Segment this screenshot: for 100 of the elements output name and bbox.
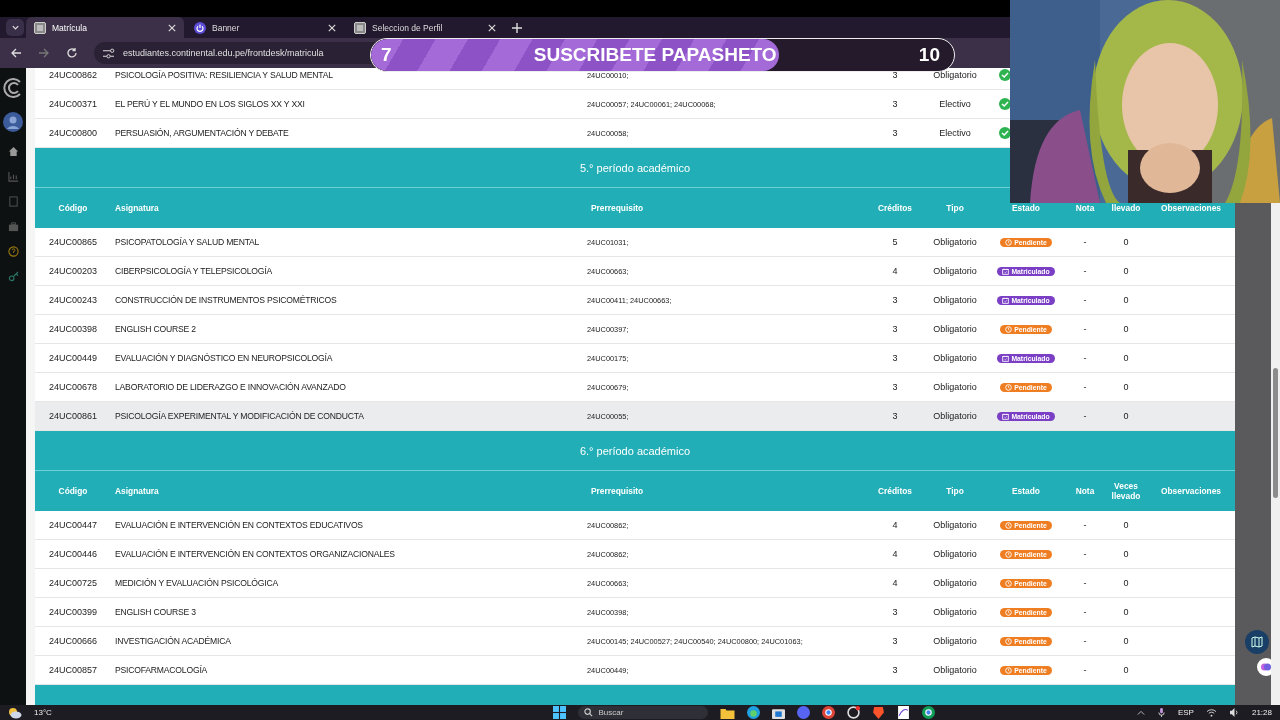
clock-icon — [1005, 383, 1013, 391]
scrollbar-thumb[interactable] — [1273, 368, 1278, 498]
weather-text: 13°C — [34, 708, 52, 717]
search-field[interactable]: Buscar — [598, 708, 689, 717]
calendar-icon — [1002, 267, 1010, 275]
tab-list-button[interactable] — [6, 19, 24, 36]
back-icon[interactable] — [10, 47, 22, 59]
table-cell-text: - — [1082, 665, 1088, 675]
table-cell-text: INVESTIGACIÓN ACADÉMICA — [114, 636, 232, 646]
table-cell-text: EL PERÚ Y EL MUNDO EN LOS SIGLOS XX Y XXI — [114, 99, 306, 109]
table-cell-text: Obligatorio — [932, 549, 978, 559]
clock: 21:28 — [1251, 708, 1272, 717]
logo-icon[interactable] — [3, 78, 23, 98]
clock-icon — [1005, 608, 1013, 616]
address-field[interactable]: estudiantes.continental.edu.pe/frontdesk/matricula — [94, 42, 378, 64]
table-cell-text: 4 — [891, 578, 899, 588]
clock-icon — [1005, 637, 1013, 645]
table-cell-text: Obligatorio — [932, 520, 978, 530]
table-cell-text: 24UC00398 — [47, 324, 98, 334]
table-cell-text: CIBERPSICOLOGÍA Y TELEPSICOLOGÍA — [114, 266, 273, 276]
page-icon[interactable] — [897, 706, 911, 719]
table-cell-text: EVALUACIÓN Y DIAGNÓSTICO EN NEUROPSICOLOGÍA — [114, 353, 334, 363]
clock-icon — [1005, 666, 1013, 674]
close-icon[interactable] — [168, 23, 176, 32]
table-cell-text: 0 — [1122, 353, 1130, 363]
chart-icon[interactable] — [7, 171, 19, 182]
column-header: Código — [57, 203, 89, 213]
table-cell-text: 24UC00678 — [47, 382, 98, 392]
map-icon — [1251, 636, 1263, 648]
store-icon[interactable] — [772, 706, 786, 719]
key-icon[interactable] — [7, 271, 19, 282]
home-icon[interactable] — [7, 146, 19, 157]
search-icon — [584, 708, 594, 717]
table-cell-text: 24UC00371 — [47, 99, 98, 109]
goal-title: SUSCRIBETE PAPASHETO — [532, 44, 778, 66]
clock-icon — [1005, 325, 1013, 333]
table-cell-text: Obligatorio — [932, 324, 978, 334]
wifi-icon[interactable] — [1205, 708, 1217, 717]
table-cell-text: 0 — [1122, 607, 1130, 617]
table-cell-text: PSICOPATOLOGÍA Y SALUD MENTAL — [114, 237, 261, 247]
table-cell-text: Obligatorio — [932, 382, 978, 392]
table-cell-text: 0 — [1122, 266, 1130, 276]
column-header: Código — [57, 486, 89, 496]
table-cell-text: 3 — [891, 636, 899, 646]
column-header: Estado — [1011, 203, 1041, 213]
table-cell-text: 3 — [891, 411, 899, 421]
help-icon[interactable] — [7, 246, 19, 257]
browser-icon[interactable] — [747, 706, 761, 719]
table-cell-text: PERSUASIÓN, ARGUMENTACIÓN Y DEBATE — [114, 128, 290, 138]
caret-icon — [10, 23, 20, 32]
clock-icon — [1005, 521, 1013, 529]
close-icon[interactable] — [328, 23, 336, 32]
browser-tab[interactable]: Seleccion de Perfil — [346, 17, 504, 38]
map-button[interactable] — [1245, 630, 1269, 654]
chevron-up-icon[interactable] — [1136, 708, 1145, 717]
table-cell-text: ENGLISH COURSE 2 — [114, 324, 197, 334]
table-cell-text: 24UC00862 — [47, 70, 98, 80]
browser-tab[interactable]: Banner — [186, 17, 344, 38]
table-cell-text: 0 — [1122, 411, 1130, 421]
chrome-icon[interactable] — [822, 706, 836, 719]
section-title: 6.° período académico — [579, 444, 691, 457]
table-cell-text: Obligatorio — [932, 636, 978, 646]
camera-icon[interactable] — [847, 706, 861, 719]
reload-icon[interactable] — [66, 47, 78, 59]
table-cell-text: 3 — [891, 353, 899, 363]
chrome-icon[interactable] — [922, 706, 936, 719]
briefcase-icon[interactable] — [7, 221, 19, 232]
language-indicator[interactable]: ESP — [1177, 708, 1194, 717]
site-settings-icon — [102, 47, 115, 59]
table-cell-text: 24UC00203 — [47, 266, 98, 276]
table-cell-text: - — [1082, 578, 1088, 588]
table-cell-text: 3 — [891, 99, 899, 109]
search-box[interactable]: Buscar — [578, 706, 709, 719]
table-cell-text: 0 — [1122, 237, 1130, 247]
column-header: Tipo — [945, 203, 965, 213]
new-tab-icon[interactable] — [512, 23, 522, 33]
calendar-icon — [1002, 412, 1010, 420]
table-cell-text: PSICOLOGÍA EXPERIMENTAL Y MODIFICACIÓN DE CONDUCTA — [114, 411, 365, 421]
table-cell-text: 4 — [891, 549, 899, 559]
avatar-icon[interactable] — [3, 112, 23, 132]
table-cell-text: PSICOFARMACOLOGÍA — [114, 665, 209, 675]
volume-icon[interactable] — [1228, 708, 1240, 717]
table-cell-text: 3 — [891, 324, 899, 334]
column-header: Nota — [1074, 486, 1096, 496]
forward-icon[interactable] — [38, 47, 50, 59]
table-cell-text: 24UC00865 — [47, 237, 98, 247]
table-cell-text: Obligatorio — [932, 665, 978, 675]
table-cell-text: 24UC00449 — [47, 353, 98, 363]
start-icon[interactable] — [553, 706, 567, 719]
goal-count: 7 — [381, 44, 392, 66]
browser-tab[interactable]: Matrícula — [26, 17, 184, 38]
close-icon[interactable] — [488, 23, 496, 32]
table-cell-text: CONSTRUCCIÓN DE INSTRUMENTOS PSICOMÉTRICOS — [114, 295, 338, 305]
microphone-icon[interactable] — [1156, 708, 1166, 717]
calendar-icon — [1002, 354, 1010, 362]
table-cell-text: 3 — [891, 70, 899, 80]
table-cell-text: Obligatorio — [932, 353, 978, 363]
column-header: Observaciones — [1159, 203, 1223, 213]
table-cell-text: 24UC00725 — [47, 578, 98, 588]
table-cell-text: 5 — [891, 237, 899, 247]
